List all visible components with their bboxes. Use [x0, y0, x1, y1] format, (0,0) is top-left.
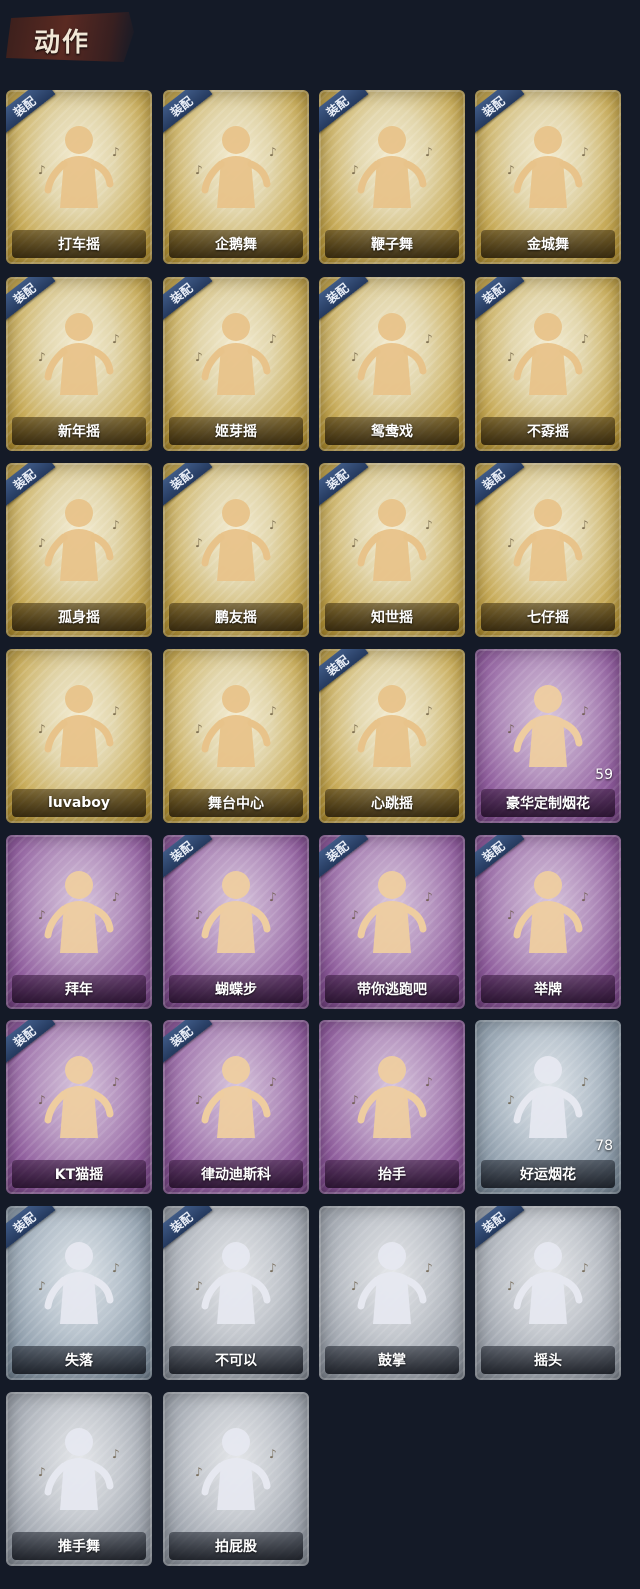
action-label: 拜年 [12, 975, 146, 1003]
action-card[interactable]: ♪ ♪ 78 好运烟花 [475, 1020, 621, 1194]
action-card[interactable]: ♪ ♪ luvaboy [6, 649, 152, 823]
action-label: 舞台中心 [169, 789, 303, 817]
action-card[interactable]: ♪ ♪ 装配 姬芽摇 [163, 277, 309, 451]
action-label: 拍屁股 [169, 1532, 303, 1560]
action-label: 摇头 [481, 1346, 615, 1374]
action-label: luvaboy [12, 789, 146, 817]
action-card[interactable]: ♪ ♪ 装配 带你逃跑吧 [319, 835, 465, 1009]
action-label: 新年摇 [12, 417, 146, 445]
action-label: 带你逃跑吧 [325, 975, 459, 1003]
action-label: 企鹅舞 [169, 230, 303, 258]
action-card[interactable]: ♪ ♪ 59 豪华定制烟花 [475, 649, 621, 823]
action-label: 蝴蝶步 [169, 975, 303, 1003]
action-card[interactable]: ♪ ♪ 装配 知世摇 [319, 463, 465, 637]
action-label: 心跳摇 [325, 789, 459, 817]
action-label: 失落 [12, 1346, 146, 1374]
action-label: 知世摇 [325, 603, 459, 631]
action-card[interactable]: ♪ ♪ 装配 新年摇 [6, 277, 152, 451]
action-card[interactable]: ♪ ♪ 装配 失落 [6, 1206, 152, 1380]
action-card[interactable]: ♪ ♪ 鼓掌 [319, 1206, 465, 1380]
action-card[interactable]: ♪ ♪ 装配 企鹅舞 [163, 90, 309, 264]
action-label: 姬芽摇 [169, 417, 303, 445]
action-card[interactable]: ♪ ♪ 装配 鞭子舞 [319, 90, 465, 264]
action-label: 鼓掌 [325, 1346, 459, 1374]
action-card[interactable]: ♪ ♪ 舞台中心 [163, 649, 309, 823]
action-card[interactable]: ♪ ♪ 装配 不可以 [163, 1206, 309, 1380]
action-card[interactable]: ♪ ♪ 装配 七仔摇 [475, 463, 621, 637]
action-card[interactable]: ♪ ♪ 装配 KT猫摇 [6, 1020, 152, 1194]
item-count: 78 [595, 1138, 613, 1154]
action-label: KT猫摇 [12, 1160, 146, 1188]
action-label: 孤身摇 [12, 603, 146, 631]
action-card[interactable]: ♪ ♪ 装配 举牌 [475, 835, 621, 1009]
action-label: 鸳鸯戏 [325, 417, 459, 445]
action-label: 鞭子舞 [325, 230, 459, 258]
action-label: 七仔摇 [481, 603, 615, 631]
action-label: 打车摇 [12, 230, 146, 258]
action-card[interactable]: ♪ ♪ 装配 鹏友摇 [163, 463, 309, 637]
action-label: 金城舞 [481, 230, 615, 258]
action-label: 律动迪斯科 [169, 1160, 303, 1188]
action-card[interactable]: ♪ ♪ 装配 律动迪斯科 [163, 1020, 309, 1194]
action-label: 好运烟花 [481, 1160, 615, 1188]
action-card[interactable]: ♪ ♪ 推手舞 [6, 1392, 152, 1566]
action-card[interactable]: ♪ ♪ 装配 鸳鸯戏 [319, 277, 465, 451]
action-label: 不孬摇 [481, 417, 615, 445]
action-label: 推手舞 [12, 1532, 146, 1560]
action-label: 不可以 [169, 1346, 303, 1374]
action-label: 鹏友摇 [169, 603, 303, 631]
action-card[interactable]: ♪ ♪ 拜年 [6, 835, 152, 1009]
action-grid: ♪ ♪ 装配 打车摇 ♪ ♪ 装配 企鹅舞 ♪ ♪ 装配 鞭子舞 ♪ ♪ 装配 金城舞 ♪ ♪ 装配 新年摇 ♪ ♪ 装配姬… [0, 0, 640, 1589]
action-card[interactable]: ♪ ♪ 装配 不孬摇 [475, 277, 621, 451]
action-card[interactable]: ♪ ♪ 装配 孤身摇 [6, 463, 152, 637]
action-card[interactable]: ♪ ♪ 装配 金城舞 [475, 90, 621, 264]
item-count: 59 [595, 767, 613, 783]
action-label: 抬手 [325, 1160, 459, 1188]
action-card[interactable]: ♪ ♪ 装配 打车摇 [6, 90, 152, 264]
action-card[interactable]: ♪ ♪ 装配 摇头 [475, 1206, 621, 1380]
action-label: 豪华定制烟花 [481, 789, 615, 817]
action-card[interactable]: ♪ ♪ 装配 心跳摇 [319, 649, 465, 823]
action-label: 举牌 [481, 975, 615, 1003]
action-card[interactable]: ♪ ♪ 拍屁股 [163, 1392, 309, 1566]
action-card[interactable]: ♪ ♪ 装配 蝴蝶步 [163, 835, 309, 1009]
action-card[interactable]: ♪ ♪ 抬手 [319, 1020, 465, 1194]
